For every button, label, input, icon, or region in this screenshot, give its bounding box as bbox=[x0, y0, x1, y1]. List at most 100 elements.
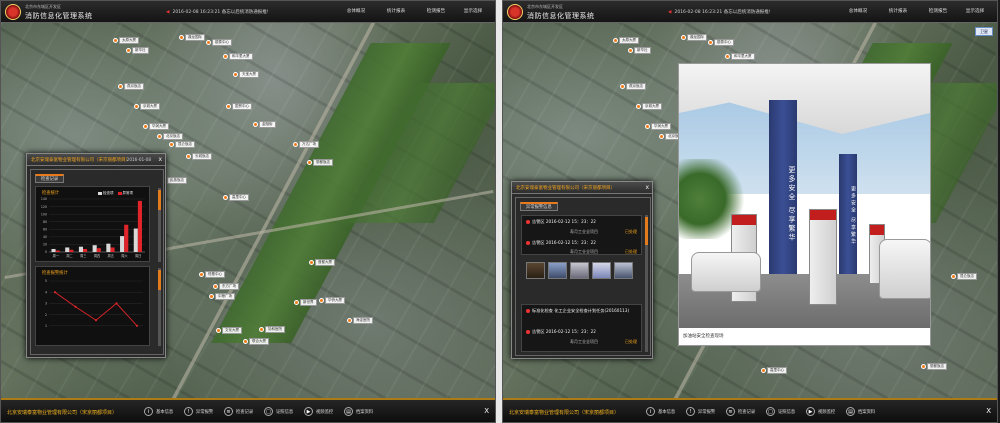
thumbnail[interactable] bbox=[570, 262, 589, 279]
tool-archive[interactable]: ▤ 档案资料 bbox=[846, 407, 875, 416]
map-marker[interactable]: 和平里大厦 bbox=[725, 53, 755, 60]
tool-alarm[interactable]: ! 异常报警 bbox=[184, 407, 213, 416]
map-marker[interactable]: 鼎龙国际 bbox=[681, 34, 707, 41]
data-point bbox=[74, 305, 77, 308]
record-unit: 寿月工业全项目 bbox=[570, 229, 598, 234]
map-marker[interactable]: 鼎龙国际 bbox=[179, 34, 205, 41]
marker-label: 海淀医院 bbox=[353, 317, 373, 324]
alarm-record[interactable]: 告警区 2016-02-12 15：23：22 寿月工业全项目 已处理 告警区 … bbox=[521, 215, 642, 255]
tool-archive[interactable]: ▤ 档案资料 bbox=[344, 407, 373, 416]
tool-video[interactable]: ▶ 视频监控 bbox=[806, 407, 835, 416]
map-marker[interactable]: 银泰中心 bbox=[708, 39, 734, 46]
alarm-record[interactable]: 标准化检查 化工企业安全检查计划任务(20160113) 告警区 2016-02… bbox=[521, 304, 642, 352]
map-marker[interactable]: 联合大厦 bbox=[243, 338, 269, 345]
tool-alarm[interactable]: ! 异常报警 bbox=[686, 407, 715, 416]
nav-overview[interactable]: 总体概况 bbox=[838, 8, 878, 14]
close-icon[interactable]: X bbox=[484, 407, 489, 415]
nav-inspection[interactable]: 检测报告 bbox=[918, 8, 958, 14]
map-marker[interactable]: 和平里大厦 bbox=[223, 53, 253, 60]
map-marker[interactable]: 新世界 bbox=[294, 299, 317, 306]
map-marker[interactable]: 丽都饭店 bbox=[307, 159, 333, 166]
map-marker[interactable]: 昆仑饭店 bbox=[951, 273, 977, 280]
map-marker[interactable]: 丽都饭店 bbox=[921, 363, 947, 370]
thumbnail[interactable] bbox=[592, 262, 611, 279]
map-marker[interactable]: 太原大厦 bbox=[613, 37, 639, 44]
marker-label: 丽都饭店 bbox=[313, 159, 333, 166]
map-marker[interactable]: 天宝大厦 bbox=[233, 71, 259, 78]
map-marker[interactable]: 国贸中心 bbox=[226, 103, 252, 110]
record-time: 告警区 2016-02-12 15：23：22 bbox=[526, 219, 596, 225]
nav-reports[interactable]: 统计报表 bbox=[878, 8, 918, 14]
top-bar: 北京市东城区开发区 消防信息化管理系统 ◀ 2016-02-08 16:23:21… bbox=[503, 1, 997, 23]
map-marker[interactable]: 长城饭店 bbox=[186, 153, 212, 160]
tool-license[interactable]: □ 证照信息 bbox=[264, 407, 293, 416]
map-marker[interactable]: 华润大厦 bbox=[143, 123, 169, 130]
map-marker[interactable]: 万达广场 bbox=[293, 141, 319, 148]
inspection-photo-viewer[interactable]: 更多安全 尽享繁华 更多安全 尽享繁华 加油站安全检查现场 bbox=[678, 63, 931, 346]
photo-caption: 加油站安全检查现场 bbox=[679, 328, 930, 345]
tool-video[interactable]: ▶ 视频监控 bbox=[304, 407, 333, 416]
map-type-toggle[interactable]: 卫星 bbox=[975, 27, 993, 36]
location-pin-icon bbox=[636, 104, 641, 109]
map-marker[interactable]: 燕京饭店 bbox=[118, 83, 144, 90]
data-point bbox=[53, 291, 57, 294]
location-pin-icon bbox=[118, 84, 123, 89]
map-marker[interactable]: 首都大厦 bbox=[309, 259, 335, 266]
location-pin-icon bbox=[179, 35, 184, 40]
nav-overview[interactable]: 总体概况 bbox=[336, 8, 376, 14]
line-chart: 1 2 3 4 5 bbox=[45, 279, 143, 328]
record-unit: 寿月工业全项目 bbox=[570, 249, 598, 254]
y-tick-label: 2 bbox=[45, 313, 47, 317]
map-marker[interactable]: 海淀医院 bbox=[347, 317, 373, 324]
close-icon[interactable]: X bbox=[986, 407, 991, 415]
scrollbar-thumb[interactable] bbox=[158, 190, 161, 210]
map-marker[interactable]: 恒基中心 bbox=[199, 271, 225, 278]
map-marker[interactable]: 昆仑饭店 bbox=[169, 141, 195, 148]
map-marker[interactable]: 银泰中心 bbox=[206, 39, 232, 46]
map-marker[interactable]: 文化大厦 bbox=[216, 327, 242, 334]
map-marker[interactable]: 燕京饭店 bbox=[620, 83, 646, 90]
nav-reports[interactable]: 统计报表 bbox=[376, 8, 416, 14]
right-screen: 太原大厦新华社鼎龙国际银泰中心和平里大厦天宝大厦燕京饭店京城大厦华润大厦北京饭店… bbox=[502, 0, 998, 423]
marker-label: 和平里大厦 bbox=[229, 53, 253, 60]
scrollbar-thumb[interactable] bbox=[645, 217, 648, 245]
map-marker[interactable]: 嘉里中心 bbox=[223, 194, 249, 201]
y-tick-label: 80 bbox=[43, 220, 47, 224]
tool-basic-info[interactable]: i 基本信息 bbox=[144, 407, 173, 416]
thumbnail[interactable] bbox=[526, 262, 545, 279]
tab-inspection-records[interactable]: 检查记录 bbox=[35, 174, 65, 183]
thumbnail[interactable] bbox=[614, 262, 633, 279]
map-marker[interactable]: 金融街 bbox=[253, 121, 276, 128]
map-marker[interactable]: 中粮广场 bbox=[209, 293, 235, 300]
map-marker[interactable]: 协和医院 bbox=[259, 326, 285, 333]
nav-display[interactable]: 显示选择 bbox=[955, 8, 995, 14]
tool-basic-info[interactable]: i 基本信息 bbox=[646, 407, 675, 416]
map-marker[interactable]: 北京饭店 bbox=[157, 133, 183, 140]
nav-display[interactable]: 显示选择 bbox=[453, 8, 493, 14]
map-marker[interactable]: 华润大厦 bbox=[645, 123, 671, 130]
clipboard-icon: ≡ bbox=[726, 407, 735, 416]
map-marker[interactable]: 新华社 bbox=[628, 47, 651, 54]
y-tick-label: 60 bbox=[43, 227, 47, 231]
tab-alarm-info[interactable]: 异常报警信息 bbox=[520, 202, 558, 211]
scrollbar-thumb[interactable] bbox=[158, 270, 161, 290]
tool-records[interactable]: ≡ 检查记录 bbox=[726, 407, 755, 416]
marker-label: 和平里大厦 bbox=[731, 53, 755, 60]
map-marker[interactable]: 华侨大厦 bbox=[319, 297, 345, 304]
location-pin-icon bbox=[951, 274, 956, 279]
thumbnail[interactable] bbox=[548, 262, 567, 279]
left-screen: 太原大厦新华社 鼎龙国际 银泰中心和平里大厦天宝大厦燕京饭店京城大厦华润大厦北京饭店… bbox=[0, 0, 496, 423]
map-marker[interactable]: 嘉里中心 bbox=[761, 367, 787, 374]
top-bar: 北京市东城区开发区 消防信息化管理系统 ◀ 2016-02-08 16:23:21… bbox=[1, 1, 495, 23]
close-icon[interactable]: x bbox=[158, 156, 162, 163]
map-marker[interactable]: 东方广场 bbox=[213, 283, 239, 290]
map-marker[interactable]: 京城大厦 bbox=[134, 103, 160, 110]
nav-inspection[interactable]: 检测报告 bbox=[416, 8, 456, 14]
tool-license[interactable]: □ 证照信息 bbox=[766, 407, 795, 416]
map-marker[interactable]: 新华社 bbox=[126, 47, 149, 54]
tool-records[interactable]: ≡ 检查记录 bbox=[224, 407, 253, 416]
map-marker[interactable]: 京城大厦 bbox=[636, 103, 662, 110]
close-icon[interactable]: x bbox=[645, 184, 649, 191]
marker-label: 恒基中心 bbox=[205, 271, 225, 278]
map-marker[interactable]: 太原大厦 bbox=[113, 37, 139, 44]
